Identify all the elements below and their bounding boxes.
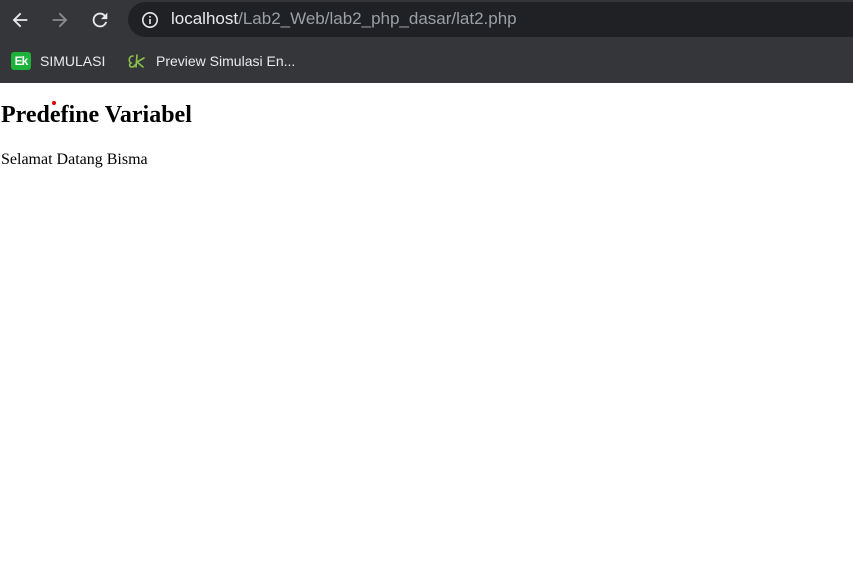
url-path: /Lab2_Web/lab2_php_dasar/lat2.php (238, 9, 517, 28)
browser-chrome: localhost/Lab2_Web/lab2_php_dasar/lat2.p… (0, 0, 853, 84)
info-icon[interactable] (141, 11, 159, 29)
browser-toolbar: localhost/Lab2_Web/lab2_php_dasar/lat2.p… (0, 0, 853, 39)
forward-arrow-icon[interactable] (47, 7, 73, 33)
bookmark-simulasi[interactable]: Ek SIMULASI (11, 50, 105, 72)
url-host: localhost (171, 9, 239, 28)
ek-favicon-icon: Ek (11, 52, 31, 70)
mouse-cursor-icon (52, 101, 56, 105)
bookmark-label: SIMULASI (40, 53, 106, 69)
reload-icon[interactable] (87, 7, 113, 33)
ek-script-favicon-icon (126, 52, 148, 70)
url-text[interactable]: localhost/Lab2_Web/lab2_php_dasar/lat2.p… (171, 9, 517, 29)
bookmark-label: Preview Simulasi En... (156, 53, 296, 69)
welcome-text: Selamat Datang Bisma (1, 151, 148, 168)
page-content: Predefine Variabel Selamat Datang Bisma (0, 83, 853, 585)
page-title: Predefine Variabel (1, 102, 192, 128)
bookmarks-bar: Ek SIMULASI Preview Simulasi En... (0, 39, 853, 84)
back-arrow-icon[interactable] (7, 7, 33, 33)
bookmark-preview-simulasi[interactable]: Preview Simulasi En... (126, 50, 295, 72)
address-bar[interactable]: localhost/Lab2_Web/lab2_php_dasar/lat2.p… (128, 2, 853, 37)
